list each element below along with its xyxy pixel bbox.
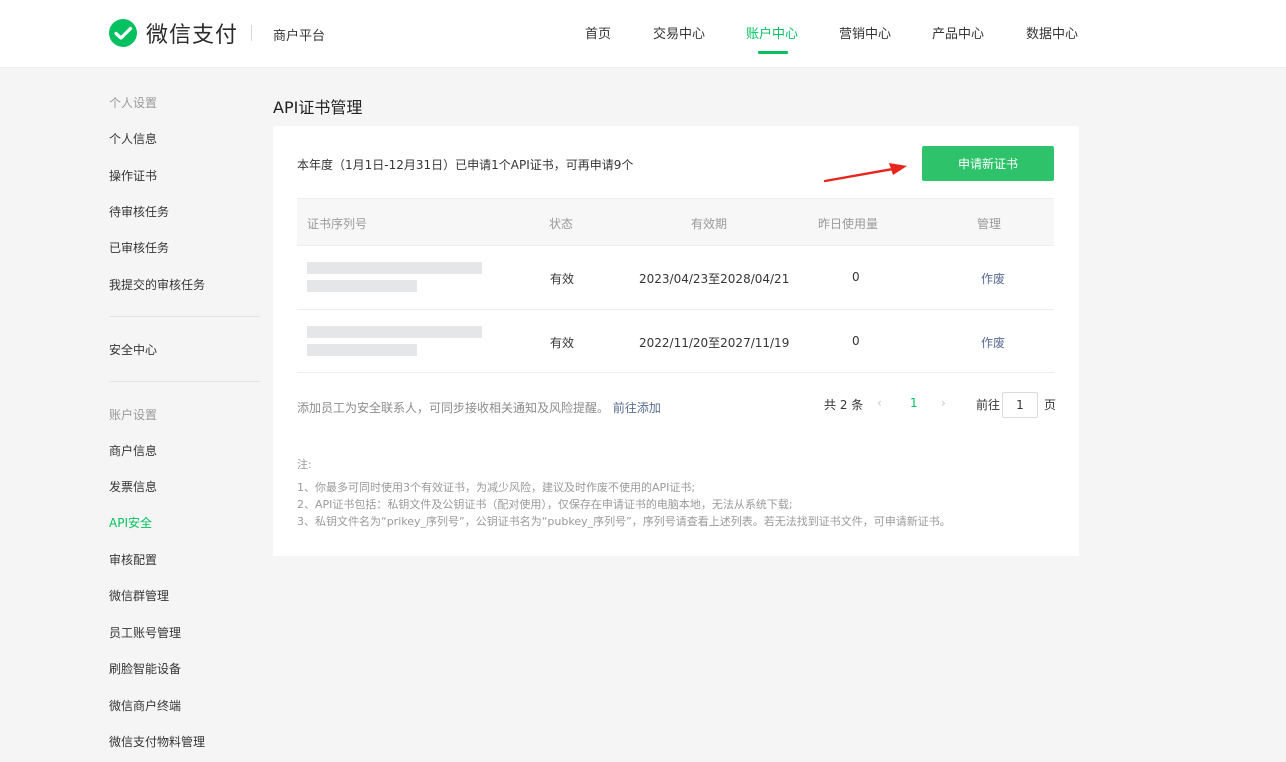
sidebar-item-materials[interactable]: 微信支付物料管理 [109, 733, 205, 750]
sidebar-item-merchant-info[interactable]: 商户信息 [109, 442, 157, 459]
sidebar-item-my-submitted[interactable]: 我提交的审核任务 [109, 276, 205, 293]
sidebar-divider [109, 381, 260, 382]
row-usage: 0 [852, 270, 860, 284]
sidebar-group-personal: 个人设置 [109, 96, 158, 110]
sidebar-item-security-center[interactable]: 安全中心 [109, 341, 157, 358]
header-validity: 有效期 [691, 217, 728, 231]
nav-data-center[interactable]: 数据中心 [1026, 23, 1078, 42]
pagination-next-button[interactable]: › [941, 396, 946, 410]
note-line: 1、你最多可同时使用3个有效证书，为减少风险，建议及时作废不使用的API证书; [297, 481, 696, 494]
nav-account-center[interactable]: 账户中心 [746, 23, 798, 42]
pagination-total: 共 2 条 [824, 398, 864, 412]
notes-heading: 注: [297, 458, 312, 471]
revoke-link[interactable]: 作废 [981, 270, 1005, 287]
row-usage: 0 [852, 334, 860, 348]
top-navigation-bar: 微信支付 商户平台 首页 交易中心 账户中心 营销中心 产品中心 数据中心 [0, 0, 1286, 68]
nav-marketing-center[interactable]: 营销中心 [839, 23, 891, 42]
sidebar-item-pending-review[interactable]: 待审核任务 [109, 203, 169, 220]
sidebar-item-review-config[interactable]: 审核配置 [109, 551, 157, 568]
header-usage: 昨日使用量 [818, 217, 879, 231]
security-contact-text: 添加员工为安全联系人，可同步接收相关通知及风险提醒。 [297, 401, 610, 415]
header-serial: 证书序列号 [307, 217, 368, 231]
row-status: 有效 [550, 272, 575, 286]
nav-product-center[interactable]: 产品中心 [932, 23, 984, 42]
red-arrow-icon [823, 163, 907, 183]
redacted-serial [307, 324, 482, 360]
header-manage: 管理 [977, 217, 1002, 231]
sidebar-item-api-security[interactable]: API安全 [109, 514, 152, 531]
nav-home[interactable]: 首页 [585, 23, 611, 42]
sidebar-divider [109, 316, 260, 317]
sidebar-item-wechat-group[interactable]: 微信群管理 [109, 587, 169, 604]
apply-new-cert-button[interactable]: 申请新证书 [922, 146, 1054, 181]
sidebar-item-personal-info[interactable]: 个人信息 [109, 130, 157, 147]
page-title: API证书管理 [273, 98, 363, 117]
sidebar-group-account: 账户设置 [109, 408, 158, 422]
revoke-link[interactable]: 作废 [981, 334, 1005, 351]
sidebar-item-face-devices[interactable]: 刷脸智能设备 [109, 660, 181, 677]
pagination-page-unit: 页 [1044, 398, 1057, 412]
note-line: 2、API证书包括：私钥文件及公钥证书（配对使用），仅保存在申请证书的电脑本地，… [297, 498, 793, 511]
quota-text: 本年度（1月1日-12月31日）已申请1个API证书，可再申请9个 [297, 158, 634, 172]
nav-active-indicator [758, 51, 788, 54]
pagination-prev-button[interactable]: ‹ [877, 396, 882, 410]
main-nav: 首页 交易中心 账户中心 营销中心 产品中心 数据中心 [0, 0, 1286, 68]
sidebar-item-invoice-info[interactable]: 发票信息 [109, 478, 157, 495]
page-number-input[interactable] [1002, 392, 1038, 418]
redacted-serial [307, 260, 482, 296]
certificate-panel: 本年度（1月1日-12月31日）已申请1个API证书，可再申请9个 申请新证书 … [273, 126, 1079, 556]
header-status: 状态 [549, 217, 574, 231]
pagination-current-page[interactable]: 1 [910, 396, 918, 410]
sidebar-item-reviewed[interactable]: 已审核任务 [109, 239, 169, 256]
note-line: 3、私钥文件名为“prikey_序列号”，公钥证书名为“pubkey_序列号”，… [297, 515, 951, 528]
nav-trade-center[interactable]: 交易中心 [653, 23, 705, 42]
sidebar-item-operation-cert[interactable]: 操作证书 [109, 167, 157, 184]
sidebar: 个人设置 个人信息 操作证书 待审核任务 已审核任务 我提交的审核任务 安全中心… [0, 68, 260, 762]
certificate-table: 证书序列号 状态 有效期 昨日使用量 管理 有效 2023/04/23至2028… [297, 198, 1054, 373]
notes-section: 注: 1、你最多可同时使用3个有效证书，为减少风险，建议及时作废不使用的API证… [297, 456, 951, 530]
pagination-goto-label: 前往 [976, 398, 1001, 412]
sidebar-item-staff-accounts[interactable]: 员工账号管理 [109, 624, 181, 641]
row-validity: 2022/11/20至2027/11/19 [639, 336, 790, 350]
table-row: 有效 2023/04/23至2028/04/21 0 作废 [297, 245, 1054, 309]
add-contact-link[interactable]: 前往添加 [613, 401, 661, 415]
row-status: 有效 [550, 336, 575, 350]
security-contact-tip: 添加员工为安全联系人，可同步接收相关通知及风险提醒。 前往添加 [297, 399, 661, 416]
table-header: 证书序列号 状态 有效期 昨日使用量 管理 [297, 198, 1054, 245]
table-row: 有效 2022/11/20至2027/11/19 0 作废 [297, 309, 1054, 373]
sidebar-item-merchant-terminal[interactable]: 微信商户终端 [109, 697, 181, 714]
row-validity: 2023/04/23至2028/04/21 [639, 272, 790, 286]
